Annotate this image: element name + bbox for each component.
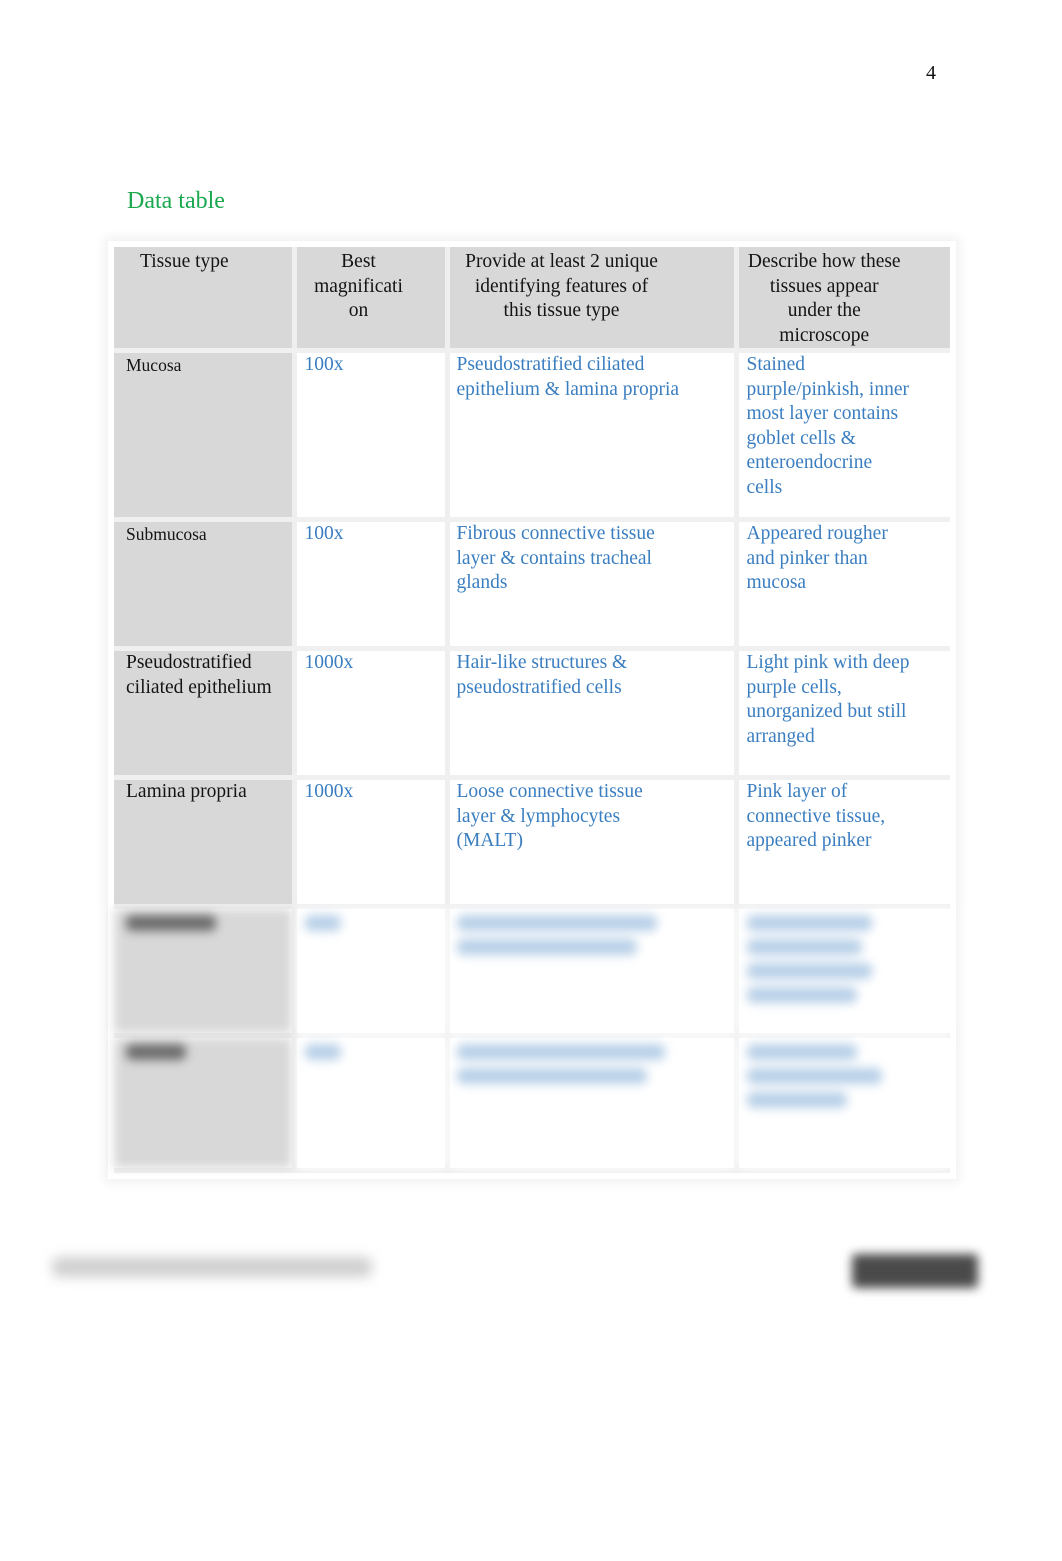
table-row-blurred bbox=[114, 906, 950, 1038]
blurred-text bbox=[746, 1044, 857, 1060]
blurred-text bbox=[746, 1068, 882, 1084]
section-title: Data table bbox=[127, 188, 225, 214]
cell-tissue-type-blurred bbox=[114, 1035, 297, 1173]
header-microscope-appearance: Describe how these tissues appear under … bbox=[736, 247, 950, 353]
cell-features: Pseudostratified ciliated epithelium & l… bbox=[447, 350, 739, 522]
cell-appearance: Stained purple/pinkish, inner most layer… bbox=[736, 350, 950, 522]
cell-tissue-type: Submucosa bbox=[114, 519, 297, 651]
cell-features: Hair-like structures & pseudostratified … bbox=[447, 648, 739, 780]
cell-tissue-type: Pseudostratified ciliated epithelium bbox=[114, 648, 297, 780]
blurred-text bbox=[126, 915, 216, 931]
blurred-text bbox=[746, 987, 857, 1003]
blurred-text bbox=[456, 915, 657, 931]
header-tissue-type: Tissue type bbox=[114, 247, 297, 353]
cell-features: Fibrous connective tissue layer & contai… bbox=[447, 519, 739, 651]
cell-magnification-blurred bbox=[294, 906, 450, 1038]
cell-tissue-type: Lamina propria bbox=[114, 777, 297, 909]
header-identifying-features: Provide at least 2 unique identifying fe… bbox=[447, 247, 739, 353]
data-table-container: Tissue type Best magnificati on Provide … bbox=[114, 247, 950, 1173]
table-row: Pseudostratified ciliated epithelium 100… bbox=[114, 648, 950, 780]
table-header-row: Tissue type Best magnificati on Provide … bbox=[114, 247, 950, 353]
blurred-text bbox=[304, 1044, 341, 1060]
header-best-magnification: Best magnificati on bbox=[294, 247, 450, 353]
blurred-text bbox=[456, 939, 637, 955]
blurred-text bbox=[456, 1044, 665, 1060]
cell-appearance: Appeared rougher and pinker than mucosa bbox=[736, 519, 950, 651]
cell-magnification: 1000x bbox=[294, 648, 450, 780]
cell-appearance: Light pink with deep purple cells, unorg… bbox=[736, 648, 950, 780]
blurred-text bbox=[746, 1092, 847, 1108]
cell-features: Loose connective tissue layer & lymphocy… bbox=[447, 777, 739, 909]
footer-copyright-blurred bbox=[52, 1257, 372, 1277]
cell-tissue-type-blurred bbox=[114, 906, 297, 1038]
footer-license-badge-blurred bbox=[852, 1254, 978, 1288]
cell-magnification-blurred bbox=[294, 1035, 450, 1173]
table-row: Submucosa 100x Fibrous connective tissue… bbox=[114, 519, 950, 651]
cell-appearance-blurred bbox=[736, 1035, 950, 1173]
blurred-text bbox=[746, 915, 872, 931]
blurred-text bbox=[456, 1068, 647, 1084]
blurred-text bbox=[746, 963, 872, 979]
blurred-text bbox=[304, 915, 341, 931]
cell-magnification: 100x bbox=[294, 350, 450, 522]
cell-magnification: 100x bbox=[294, 519, 450, 651]
cell-magnification: 1000x bbox=[294, 777, 450, 909]
table-row-blurred bbox=[114, 1035, 950, 1173]
cell-features-blurred bbox=[447, 1035, 739, 1173]
table-row: Lamina propria 1000x Loose connective ti… bbox=[114, 777, 950, 909]
cell-tissue-type: Mucosa bbox=[114, 350, 297, 522]
page-number: 4 bbox=[926, 62, 936, 84]
blurred-text bbox=[126, 1044, 186, 1060]
table-row: Mucosa 100x Pseudostratified ciliated ep… bbox=[114, 350, 950, 522]
data-table: Tissue type Best magnificati on Provide … bbox=[114, 247, 950, 1173]
blurred-text bbox=[746, 939, 862, 955]
cell-appearance: Pink layer of connective tissue, appeare… bbox=[736, 777, 950, 909]
cell-appearance-blurred bbox=[736, 906, 950, 1038]
cell-features-blurred bbox=[447, 906, 739, 1038]
